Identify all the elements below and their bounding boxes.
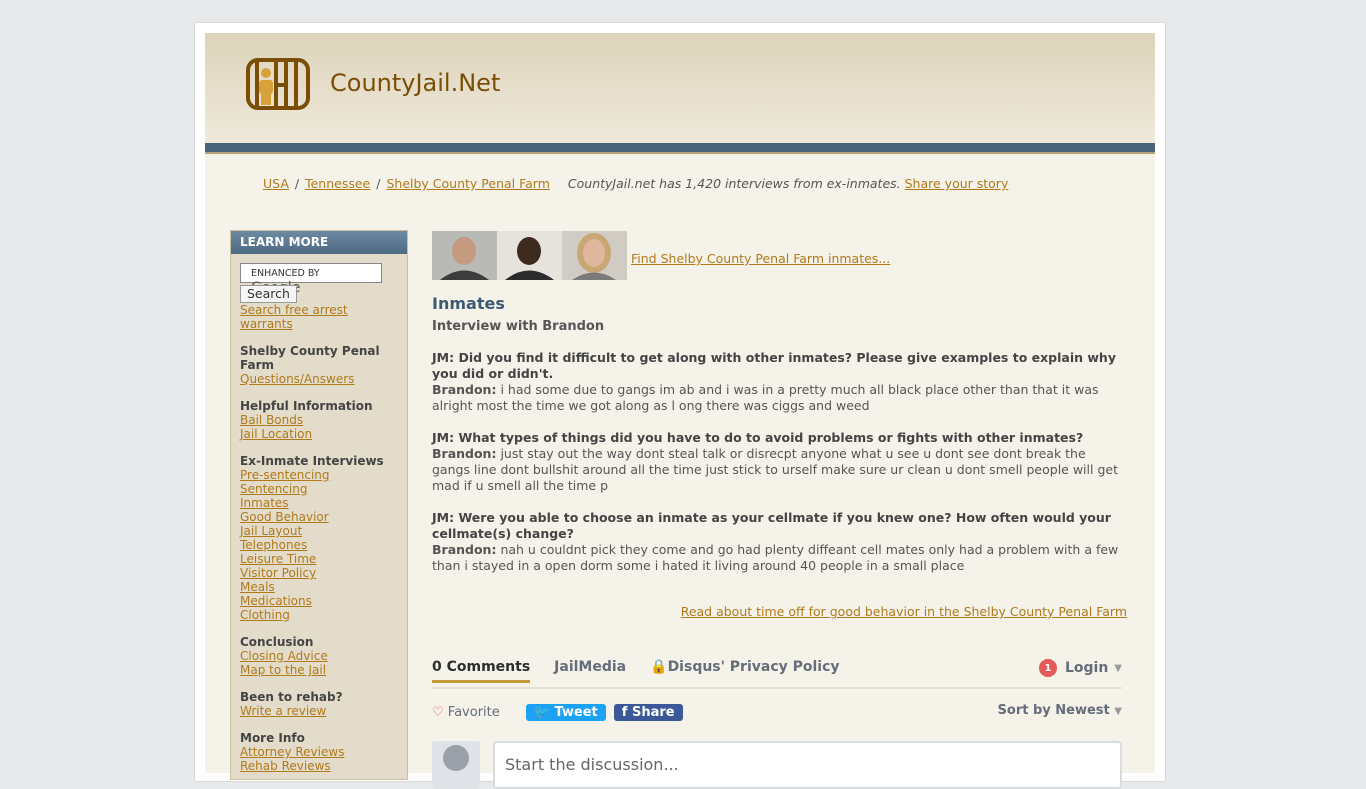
sidebar-group: Helpful Information Bail Bonds Jail Loca… xyxy=(240,399,398,441)
sidebar-link[interactable]: Map to the Jail xyxy=(240,663,398,677)
sidebar-link[interactable]: Meals xyxy=(240,580,398,594)
question: JM: Did you find it difficult to get alo… xyxy=(432,350,1116,381)
answer-text: i had some due to gangs im ab and i was … xyxy=(432,382,1099,413)
read-more-link[interactable]: Read about time off for good behavior in… xyxy=(681,604,1127,619)
sidebar-group-title: Been to rehab? xyxy=(240,690,343,704)
breadcrumb-facility[interactable]: Shelby County Penal Farm xyxy=(386,176,549,191)
read-more-row: Read about time off for good behavior in… xyxy=(432,604,1127,619)
interview-title: Interview with Brandon xyxy=(432,319,605,334)
heart-icon: ♡ xyxy=(432,704,444,720)
sidebar-group: Conclusion Closing Advice Map to the Jai… xyxy=(240,635,398,677)
site-header: CountyJail.Net xyxy=(205,33,1155,143)
disqus-actions: ♡ Favorite 🐦 Tweet f Share Sort by Newes… xyxy=(432,701,1122,723)
sidebar-group-title: Ex-Inmate Interviews xyxy=(240,454,384,468)
share-story-link[interactable]: Share your story xyxy=(905,176,1009,191)
chevron-down-icon: ▼ xyxy=(1114,706,1122,717)
header-bar-accent xyxy=(205,152,1155,154)
sidebar-link[interactable]: Attorney Reviews xyxy=(240,745,398,759)
avatar xyxy=(432,741,480,789)
breadcrumb-tennessee[interactable]: Tennessee xyxy=(305,176,370,191)
qa-item: JM: Did you find it difficult to get alo… xyxy=(432,350,1127,414)
question: JM: What types of things did you have to… xyxy=(432,430,1084,445)
sidebar-link[interactable]: Inmates xyxy=(240,496,398,510)
answer: Brandon: just stay out the way dont stea… xyxy=(432,446,1127,494)
answer-text: nah u couldnt pick they come and go had … xyxy=(432,542,1119,573)
page-inner: CountyJail.Net USA / Tennessee / Shelby Coun… xyxy=(205,33,1155,789)
tweet-button[interactable]: 🐦 Tweet xyxy=(525,703,606,721)
sidebar-group: More Info Attorney Reviews Rehab Reviews xyxy=(240,731,398,773)
sidebar-group: Been to rehab? Write a review xyxy=(240,690,398,718)
main-content: Find Shelby County Penal Farm inmates...… xyxy=(432,231,1127,619)
answer-text: just stay out the way dont steal talk or… xyxy=(432,446,1118,493)
find-inmates-link[interactable]: Find Shelby County Penal Farm inmates... xyxy=(631,251,890,266)
sidebar-link[interactable]: Good Behavior xyxy=(240,510,398,524)
google-search-input[interactable]: ENHANCED BY Google xyxy=(240,263,382,295)
sidebar-link[interactable]: Leisure Time xyxy=(240,552,398,566)
comment-composer: Start the discussion... xyxy=(432,741,1122,789)
mugshot-image[interactable] xyxy=(562,231,627,280)
disqus-thread: 0 Comments JailMedia 🔒Disqus' Privacy Po… xyxy=(432,653,1122,789)
answer-speaker: Brandon: xyxy=(432,542,497,557)
sidebar-group-title: Shelby County Penal Farm xyxy=(240,344,380,372)
interview-count-note: CountyJail.net has 1,420 interviews from… xyxy=(567,176,1009,191)
sidebar-header: LEARN MORE xyxy=(231,231,407,254)
facebook-share-button[interactable]: f Share xyxy=(613,703,683,721)
qa-item: JM: Were you able to choose an inmate as… xyxy=(432,510,1127,574)
answer: Brandon: nah u couldnt pick they come an… xyxy=(432,542,1127,574)
comment-input[interactable]: Start the discussion... xyxy=(493,741,1122,789)
breadcrumb-usa[interactable]: USA xyxy=(263,176,289,191)
sidebar-group-title: Conclusion xyxy=(240,635,314,649)
sidebar-link[interactable]: Pre-sentencing xyxy=(240,468,398,482)
breadcrumb: USA / Tennessee / Shelby County Penal Farm C… xyxy=(263,176,1009,191)
sidebar-link[interactable]: Closing Advice xyxy=(240,649,398,663)
tab-comments[interactable]: 0 Comments xyxy=(432,659,531,683)
disqus-tabs: 0 Comments JailMedia 🔒Disqus' Privacy Po… xyxy=(432,653,1122,689)
sidebar-group: Ex-Inmate Interviews Pre-sentencing Sent… xyxy=(240,454,398,622)
site-title[interactable]: CountyJail.Net xyxy=(330,69,500,97)
answer-speaker: Brandon: xyxy=(432,382,497,397)
login-menu[interactable]: 1 Login ▼ xyxy=(1038,659,1122,677)
sidebar-link[interactable]: Telephones xyxy=(240,538,398,552)
answer-speaker: Brandon: xyxy=(432,446,497,461)
sidebar-link[interactable]: Rehab Reviews xyxy=(240,759,398,773)
mugshot-strip: Find Shelby County Penal Farm inmates... xyxy=(432,231,1127,280)
header-bar xyxy=(205,143,1155,152)
sidebar-link[interactable]: Write a review xyxy=(240,704,398,718)
favorite-button[interactable]: ♡ Favorite xyxy=(432,705,500,720)
facebook-icon: f xyxy=(621,704,628,720)
answer: Brandon: i had some due to gangs im ab a… xyxy=(432,382,1127,414)
sidebar-link[interactable]: Clothing xyxy=(240,608,398,622)
page-frame: CountyJail.Net USA / Tennessee / Shelby Coun… xyxy=(194,22,1166,789)
sidebar-group: Shelby County Penal Farm Questions/Answe… xyxy=(240,344,398,386)
question: JM: Were you able to choose an inmate as… xyxy=(432,510,1111,541)
sidebar-group-title: More Info xyxy=(240,731,305,745)
qa-item: JM: What types of things did you have to… xyxy=(432,430,1127,494)
sidebar: LEARN MORE ENHANCED BY Google Search Sea… xyxy=(230,230,408,780)
sidebar-group-title: Helpful Information xyxy=(240,399,373,413)
tab-privacy[interactable]: 🔒Disqus' Privacy Policy xyxy=(650,659,839,681)
sidebar-link[interactable]: Visitor Policy xyxy=(240,566,398,580)
jail-logo-icon[interactable] xyxy=(245,57,311,111)
mugshot-image[interactable] xyxy=(432,231,497,280)
sidebar-link[interactable]: Jail Layout xyxy=(240,524,398,538)
page-title: Inmates xyxy=(432,294,505,313)
twitter-icon: 🐦 xyxy=(533,704,550,720)
sidebar-link[interactable]: Bail Bonds xyxy=(240,413,398,427)
lock-icon: 🔒 xyxy=(650,659,668,675)
sidebar-link[interactable]: Sentencing xyxy=(240,482,398,496)
chevron-down-icon: ▼ xyxy=(1114,662,1122,674)
sidebar-link[interactable]: Questions/Answers xyxy=(240,372,398,386)
mugshot-image[interactable] xyxy=(497,231,562,280)
notification-badge: 1 xyxy=(1038,659,1057,677)
sidebar-link[interactable]: Medications xyxy=(240,594,398,608)
sort-dropdown[interactable]: Sort by Newest ▼ xyxy=(998,703,1122,718)
tab-community[interactable]: JailMedia xyxy=(554,659,626,681)
search-button[interactable]: Search xyxy=(240,285,297,303)
warrants-link[interactable]: Search free arrest warrants xyxy=(240,303,398,331)
sidebar-link[interactable]: Jail Location xyxy=(240,427,398,441)
